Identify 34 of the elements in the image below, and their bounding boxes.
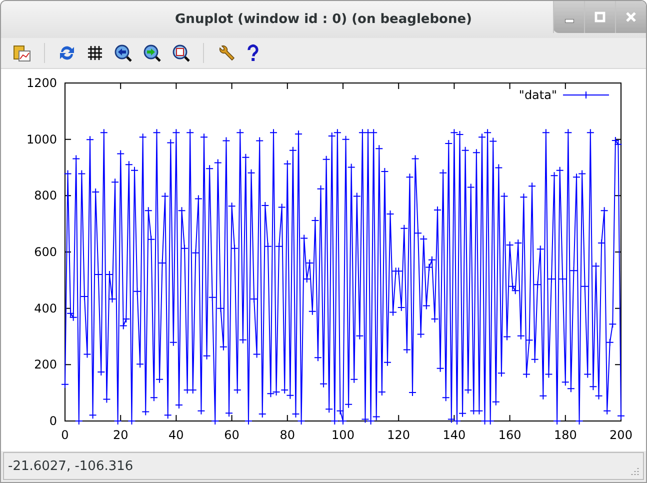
minimize-icon <box>564 19 574 23</box>
x-tick-label: 80 <box>280 428 296 442</box>
x-tick-label: 140 <box>442 428 466 442</box>
y-tick-label: 200 <box>34 358 57 372</box>
x-tick-label: 60 <box>224 428 240 442</box>
x-tick-label: 0 <box>61 428 69 442</box>
x-tick-label: 120 <box>387 428 410 442</box>
close-icon <box>625 11 637 23</box>
legend-label: "data" <box>518 88 557 102</box>
zoom-forward-icon <box>143 44 161 62</box>
question-mark-icon <box>246 44 260 62</box>
x-tick-label: 200 <box>610 428 632 442</box>
y-tick-label: 800 <box>34 188 57 203</box>
zoom-fit-icon <box>172 44 190 62</box>
x-tick-label: 100 <box>332 428 354 442</box>
zoom-back-icon <box>114 44 132 62</box>
resize-grip-icon[interactable] <box>629 467 639 477</box>
legend-key-sample <box>562 91 610 99</box>
y-tick-label: 400 <box>34 301 57 316</box>
y-tick-label: 0 <box>49 414 57 428</box>
maximize-icon <box>594 11 606 23</box>
x-tick-label: 20 <box>112 428 128 442</box>
x-tick-label: 160 <box>498 428 522 442</box>
grid-icon <box>87 45 103 61</box>
cursor-coordinates: -21.6027, -106.316 <box>8 458 134 474</box>
window-title: Gnuplot (window id : 0) (on beaglebone) <box>175 12 472 27</box>
clipboard-icon <box>13 44 31 62</box>
y-tick-label: 1000 <box>26 132 57 146</box>
x-tick-label: 180 <box>554 428 577 442</box>
y-tick-label: 1200 <box>26 76 57 90</box>
y-tick-label: 600 <box>34 245 57 259</box>
refresh-icon <box>58 44 76 62</box>
x-tick-label: 40 <box>168 428 184 442</box>
wrench-icon <box>217 44 235 62</box>
